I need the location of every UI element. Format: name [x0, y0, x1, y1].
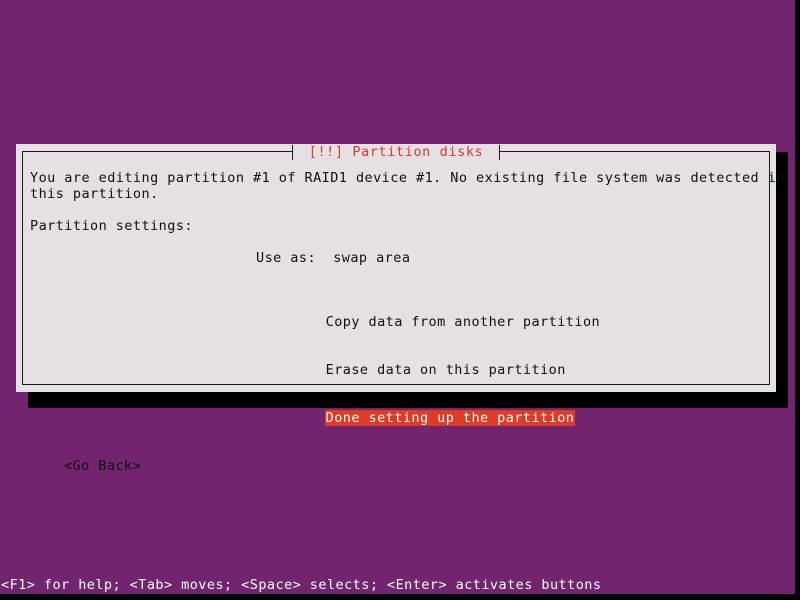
- dialog-body: You are editing partition #1 of RAID1 de…: [30, 170, 785, 474]
- menu-item-label: Done setting up the partition: [324, 410, 576, 426]
- menu-item-erase-data[interactable]: Erase data on this partition: [30, 346, 764, 394]
- screen-edge-bottom: [0, 594, 800, 600]
- menu-item-copy-data[interactable]: Copy data from another partition: [30, 298, 764, 346]
- screen-edge-right: [795, 0, 800, 600]
- menu-item-label: Copy data from another partition: [325, 314, 601, 330]
- menu-item-label: Erase data on this partition: [325, 362, 566, 378]
- menu-item-done-setting-up[interactable]: Done setting up the partition: [30, 394, 764, 442]
- partition-settings-label: Partition settings:: [30, 218, 193, 234]
- go-back-button[interactable]: <Go Back>: [30, 458, 764, 474]
- use-as-row[interactable]: Use as: swap area: [30, 250, 764, 266]
- status-bar-hints: <F1> for help; <Tab> moves; <Space> sele…: [1, 577, 602, 593]
- description-line-1: You are editing partition #1 of RAID1 de…: [30, 170, 785, 186]
- partition-disks-dialog: [!!] Partition disks You are editing par…: [16, 144, 785, 474]
- installer-screen: [!!] Partition disks You are editing par…: [0, 0, 800, 600]
- description-line-2: this partition.: [30, 186, 159, 202]
